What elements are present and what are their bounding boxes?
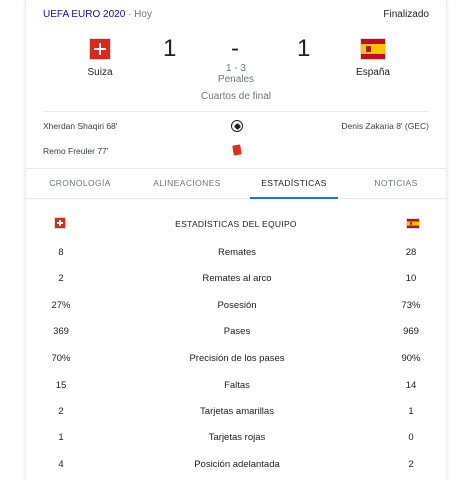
stat-away-value: 14 [405,380,417,391]
stat-home-value: 27% [51,300,71,311]
stat-away-value: 2 [408,459,414,470]
stat-label: Posesión [217,300,257,311]
stat-label: Pases [223,326,251,337]
stat-row: 8 Remates 28 [26,247,446,263]
stat-label: Faltas [224,380,250,391]
stat-label: Remates [217,247,256,258]
stat-label: Precisión de los pases [189,353,285,364]
stat-home-value: 70% [51,353,71,364]
soccer-ball-icon [231,120,243,132]
stat-away-value: 73% [401,300,421,311]
header-separator: · [128,9,132,20]
stat-row: 1 Tarjetas rojas 0 [26,432,446,448]
stat-label: Remates al arco [202,273,272,284]
stat-row: 2 Tarjetas amarillas 1 [26,406,446,422]
tab-cronologia[interactable]: CRONOLOGÍA [36,169,124,198]
stat-row: 2 Remates al arco 10 [26,273,446,289]
stat-home-value: 369 [53,326,69,337]
tab-noticias[interactable]: NOTICIAS [356,169,436,198]
spain-flag-icon [406,218,420,229]
stat-home-value: 2 [58,406,64,417]
match-card: UEFA EURO 2020 · Hoy Finalizado Suiza 1 … [25,0,447,480]
stat-away-value: 28 [405,247,417,258]
divider [43,111,429,112]
stat-home-value: 15 [55,380,67,391]
stat-row: 369 Pases 969 [26,326,446,342]
home-score: 1 [163,35,177,62]
competition-info: UEFA EURO 2020 · Hoy [43,9,152,20]
tab-alineaciones[interactable]: ALINEACIONES [141,169,233,198]
stat-away-value: 969 [403,326,419,337]
stat-away-value: 10 [405,273,417,284]
tab-estadisticas[interactable]: ESTADÍSTICAS [250,169,338,199]
stat-row: 4 Posición adelantada 2 [26,459,446,475]
competition-link[interactable]: UEFA EURO 2020 [43,9,125,20]
team-stats-title: ESTADÍSTICAS DEL EQUIPO [175,219,297,229]
stat-home-value: 2 [58,273,64,284]
spain-flag-icon[interactable] [360,38,386,60]
stat-home-value: 8 [58,247,64,258]
stat-row: 15 Faltas 14 [26,380,446,396]
team-stats-header: ESTADÍSTICAS DEL EQUIPO [26,216,446,232]
stat-away-value: 1 [408,406,414,417]
score-dash: - [231,35,239,62]
red-card-icon [232,144,242,156]
stat-away-value: 90% [401,353,421,364]
match-tabs: CRONOLOGÍA ALINEACIONES ESTADÍSTICAS NOT… [26,168,446,199]
stat-label: Tarjetas rojas [208,432,266,443]
stat-row: 27% Posesión 73% [26,300,446,316]
away-team-name[interactable]: España [343,67,403,78]
away-score: 1 [297,35,311,62]
home-goal-scorer: Xherdan Shaqiri 68' [43,121,118,131]
home-red-card-player: Remo Freuler 77' [43,146,109,156]
stat-row: 70% Precisión de los pases 90% [26,353,446,369]
match-status: Finalizado [383,9,429,20]
switzerland-flag-icon[interactable] [89,38,111,60]
stat-label: Tarjetas amarillas [200,406,274,417]
match-round: Cuartos de final [200,91,272,102]
match-header: UEFA EURO 2020 · Hoy Finalizado [43,9,429,23]
match-date: Hoy [134,9,152,20]
stat-label: Posición adelantada [194,459,280,470]
stat-away-value: 0 [408,432,414,443]
stat-home-value: 4 [58,459,64,470]
away-goal-scorer: Denis Zakaria 8' (GEC) [341,121,429,131]
stat-home-value: 1 [58,432,64,443]
